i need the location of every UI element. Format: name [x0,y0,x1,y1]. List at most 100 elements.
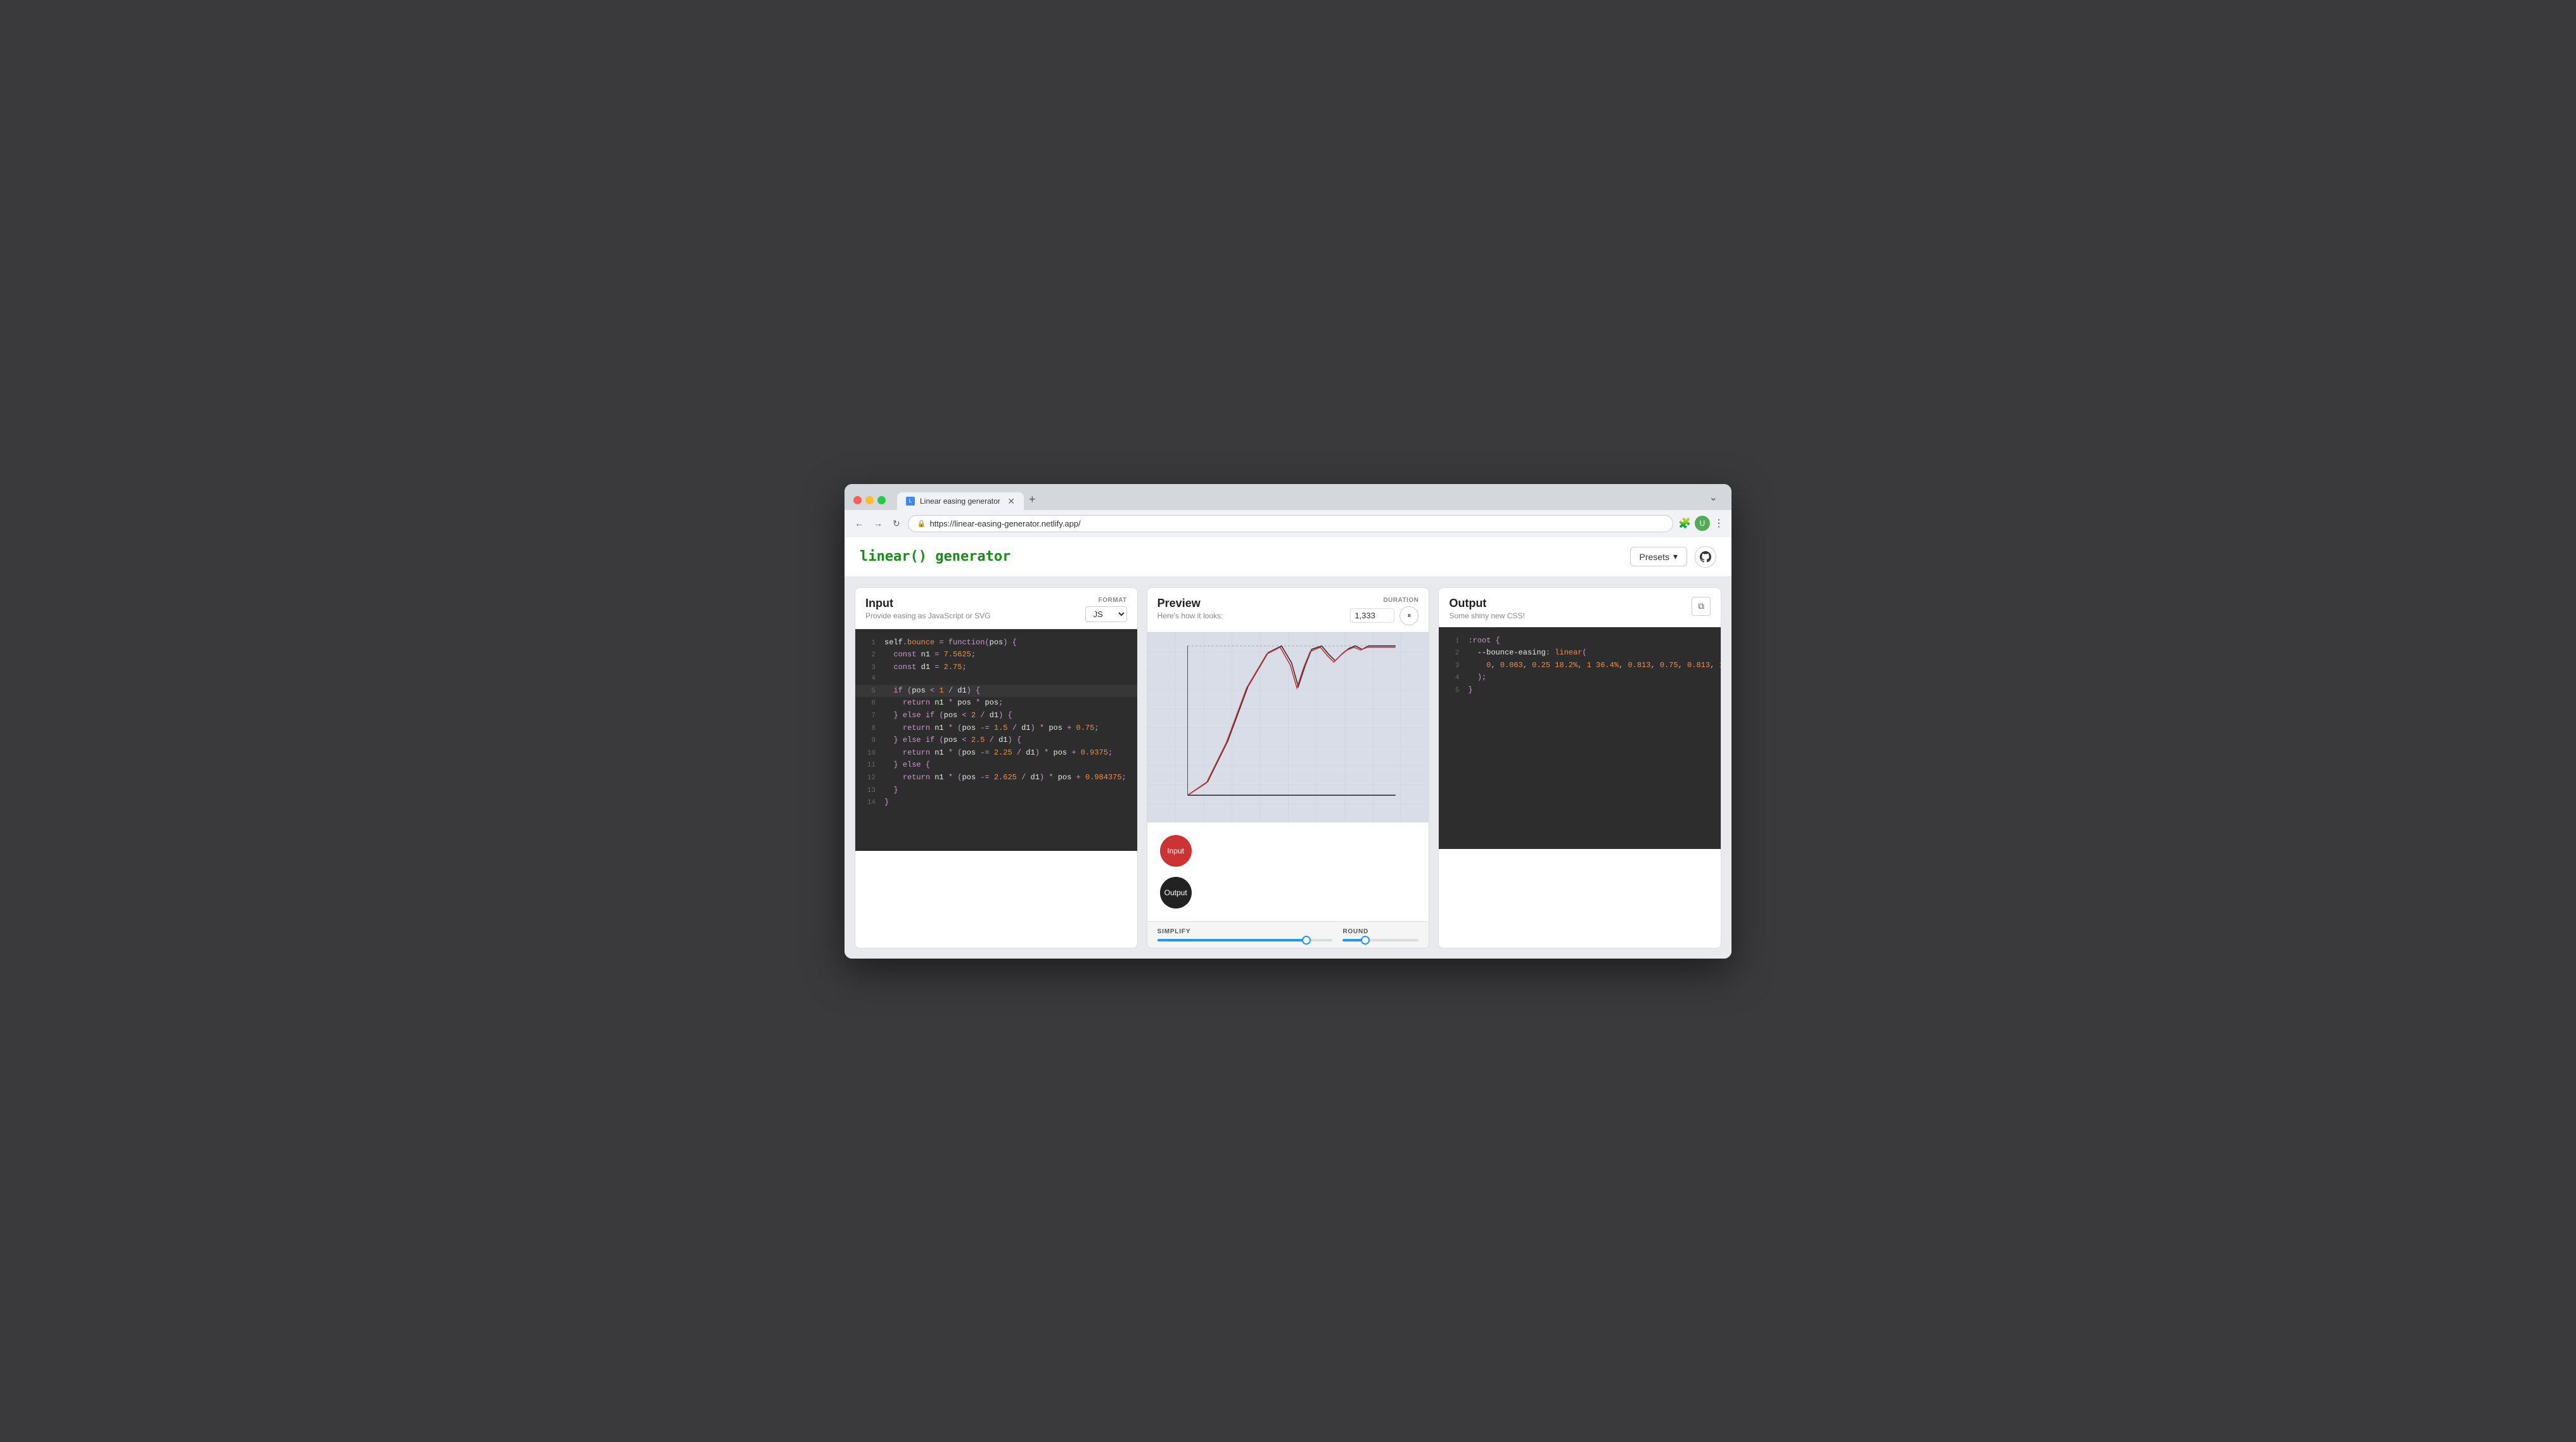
output-line-3: 3 0, 0.063, 0.25 18.2%, 1 36.4%, 0.813, … [1439,660,1721,672]
round-track [1342,939,1419,941]
tab-close-icon[interactable]: ✕ [1007,497,1015,506]
github-icon [1700,551,1711,563]
input-panel-title: Input [865,597,990,610]
duration-row: ⏸ [1350,606,1419,625]
output-line-2: 2 --bounce-easing: linear( [1439,647,1721,660]
back-button[interactable]: ← [852,516,866,531]
chevron-down-icon: ▾ [1673,551,1678,562]
presets-button[interactable]: Presets ▾ [1630,547,1688,566]
code-line-6: 6 return n1 * pos * pos; [855,697,1137,710]
code-line-13: 13 } [855,784,1137,797]
presets-label: Presets [1640,552,1669,562]
format-selector: FORMAT JS SVG [1085,597,1127,622]
input-ball: Input [1160,835,1192,867]
code-editor[interactable]: 1 self.bounce = function(pos) { 2 const … [855,629,1137,851]
simplify-fill [1157,939,1306,941]
code-line-7: 7 } else if (pos < 2 / d1) { [855,710,1137,722]
round-label: ROUND [1342,928,1419,935]
output-line-1: 1 :root { [1439,635,1721,648]
url-text: https://linear-easing-generator.netlify.… [929,519,1080,528]
github-button[interactable] [1695,546,1716,568]
app-header: linear() generator Presets ▾ [845,537,1731,577]
main-panels: Input Provide easing as JavaScript or SV… [845,577,1731,959]
preview-panel-header: Preview Here's how it looks: DURATION ⏸ [1147,588,1429,632]
output-line-4: 4 ); [1439,672,1721,684]
output-panel-subtitle: Some shiny new CSS! [1449,611,1524,620]
easing-chart [1147,632,1429,822]
code-line-1: 1 self.bounce = function(pos) { [855,637,1137,649]
pause-icon: ⏸ [1407,611,1411,620]
animation-preview: Input Output [1147,822,1429,921]
active-tab[interactable]: L Linear easing generator ✕ [897,492,1024,510]
preview-panel-subtitle: Here's how it looks: [1157,611,1223,620]
tab-title: Linear easing generator [920,497,1000,506]
minimize-button[interactable] [865,496,874,504]
code-line-4: 4 [855,673,1137,685]
refresh-button[interactable]: ↻ [890,516,903,532]
menu-dots-icon[interactable]: ⋮ [1714,517,1724,530]
format-dropdown[interactable]: JS SVG [1085,606,1127,622]
code-line-2: 2 const n1 = 7.5625; [855,649,1137,661]
output-panel-info: Output Some shiny new CSS! [1449,597,1524,620]
output-panel-title: Output [1449,597,1524,610]
simplify-slider[interactable] [1157,939,1333,941]
profile-icon[interactable]: U [1695,516,1710,531]
output-ball-label: Output [1164,888,1187,897]
round-thumb[interactable] [1361,936,1370,945]
browser-window: L Linear easing generator ✕ + ⌄ ← → ↻ 🔒 … [845,484,1731,959]
tab-bar: L Linear easing generator ✕ + [897,490,1698,510]
forward-button[interactable]: → [871,516,885,531]
output-panel-header: Output Some shiny new CSS! ⧉ [1439,588,1721,627]
lock-icon: 🔒 [917,520,926,528]
output-ball: Output [1160,877,1192,909]
code-line-12: 12 return n1 * (pos -= 2.625 / d1) * pos… [855,772,1137,784]
app-logo: linear() generator [860,549,1011,565]
extensions-icon[interactable]: 🧩 [1678,517,1691,530]
output-code-editor: 1 :root { 2 --bounce-easing: linear( 3 0… [1439,627,1721,849]
round-slider[interactable] [1342,939,1419,941]
round-slider-group: ROUND [1342,928,1419,941]
input-panel: Input Provide easing as JavaScript or SV… [855,587,1138,948]
new-tab-button[interactable]: + [1024,490,1041,509]
duration-label: DURATION [1383,597,1419,604]
pause-button[interactable]: ⏸ [1400,606,1419,625]
app-body: linear() generator Presets ▾ Inp [845,537,1731,959]
format-label: FORMAT [1099,597,1127,604]
duration-input[interactable] [1350,608,1394,623]
browser-titlebar: L Linear easing generator ✕ + ⌄ [845,484,1731,510]
easing-chart-svg [1147,632,1429,822]
traffic-lights [853,496,886,504]
input-panel-header: Input Provide easing as JavaScript or SV… [855,588,1137,629]
code-line-5: 5 if (pos < 1 / d1) { [855,685,1137,698]
code-line-3: 3 const d1 = 2.75; [855,661,1137,674]
simplify-thumb[interactable] [1302,936,1311,945]
maximize-button[interactable] [877,496,886,504]
code-line-14: 14 } [855,796,1137,809]
toolbar-actions: 🧩 U ⋮ [1678,516,1724,531]
code-line-10: 10 return n1 * (pos -= 2.25 / d1) * pos … [855,747,1137,760]
preview-panel-info: Preview Here's how it looks: [1157,597,1223,620]
browser-toolbar: ← → ↻ 🔒 https://linear-easing-generator.… [845,510,1731,537]
duration-control: DURATION ⏸ [1350,597,1419,625]
sliders-row: SIMPLIFY ROUND [1147,921,1429,948]
copy-icon: ⧉ [1698,601,1704,611]
code-line-11: 11 } else { [855,759,1137,772]
preview-panel-title: Preview [1157,597,1223,610]
close-button[interactable] [853,496,862,504]
code-line-9: 9 } else if (pos < 2.5 / d1) { [855,734,1137,747]
input-ball-row: Input [1160,835,1417,867]
output-panel: Output Some shiny new CSS! ⧉ 1 :root { 2… [1438,587,1721,948]
simplify-label: SIMPLIFY [1157,928,1333,935]
address-bar[interactable]: 🔒 https://linear-easing-generator.netlif… [908,515,1673,532]
code-line-8: 8 return n1 * (pos -= 1.5 / d1) * pos + … [855,722,1137,735]
header-actions: Presets ▾ [1630,546,1717,568]
copy-button[interactable]: ⧉ [1692,597,1711,616]
input-ball-label: Input [1167,846,1184,855]
browser-menu-icon[interactable]: ⌄ [1704,491,1723,509]
tab-favicon: L [906,497,915,506]
output-line-5: 5 } [1439,684,1721,697]
input-panel-info: Input Provide easing as JavaScript or SV… [865,597,990,620]
input-panel-subtitle: Provide easing as JavaScript or SVG [865,611,990,620]
output-ball-row: Output [1160,877,1417,909]
preview-panel: Preview Here's how it looks: DURATION ⏸ [1147,587,1430,948]
